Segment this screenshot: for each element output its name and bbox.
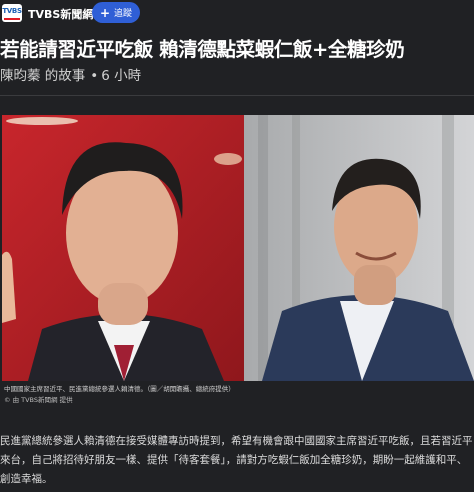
- source-header: TVBS TVBS新聞網 + 追蹤: [0, 0, 474, 28]
- body-line: 創造幸福。: [0, 473, 53, 485]
- follow-label: 追蹤: [114, 9, 133, 19]
- tvbs-logo[interactable]: TVBS: [2, 4, 22, 22]
- photo-credit: © 由 TVBS新聞網 提供: [4, 396, 73, 404]
- divider: [0, 95, 474, 96]
- plus-icon: +: [99, 5, 111, 20]
- author-name[interactable]: 陳昀蓁 的故事: [0, 68, 85, 84]
- separator-dot: •: [90, 68, 99, 84]
- body-line: 民進黨總統參選人賴清德在接受媒體專訪時提到，希望有機會跟中國國家主席習近平吃飯，…: [0, 435, 473, 447]
- article-headline: 若能請習近平吃飯 賴清德點菜蝦仁飯+全糖珍奶: [0, 38, 405, 59]
- publish-time: 6 小時: [101, 68, 142, 84]
- photo-caption: 中國國家主席習近平、民進黨總統參選人賴清德。（圖／胡開瞻攝、總統府提供）: [4, 385, 235, 393]
- article-photo[interactable]: [2, 115, 474, 381]
- follow-button[interactable]: + 追蹤: [92, 2, 140, 23]
- tvbs-logo-text: TVBS: [2, 7, 22, 15]
- article-body: 民進黨總統參選人賴清德在接受媒體專訪時提到，希望有機會跟中國國家主席習近平吃飯，…: [0, 432, 474, 489]
- article-byline: 陳昀蓁 的故事 • 6 小時: [0, 64, 141, 84]
- source-name[interactable]: TVBS新聞網: [28, 6, 93, 22]
- body-line: 來台，自己將招待好朋友一樣、提供「待客套餐」，請對方吃蝦仁飯加全糖珍奶，期盼一起…: [0, 454, 468, 466]
